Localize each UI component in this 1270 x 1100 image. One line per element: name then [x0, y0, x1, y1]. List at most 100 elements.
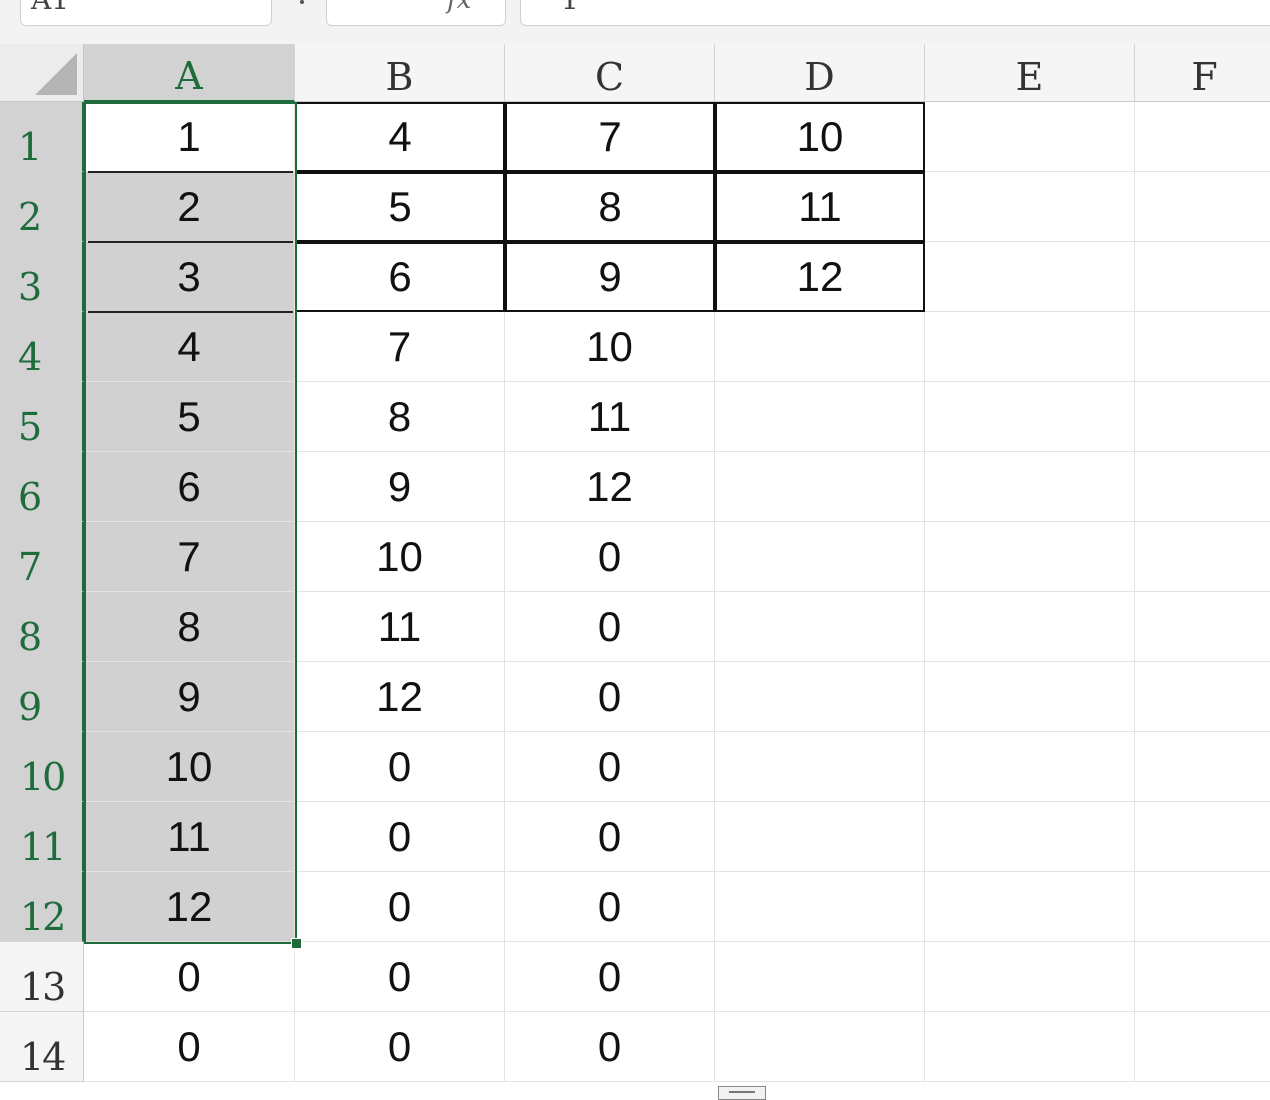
cell-d4[interactable]	[715, 312, 925, 382]
row-header-14[interactable]: 14	[0, 1012, 84, 1082]
row-header-1[interactable]: 1	[0, 102, 84, 172]
fill-handle[interactable]	[291, 938, 302, 949]
cell-a14[interactable]: 0	[84, 1012, 295, 1082]
cell-e12[interactable]	[925, 872, 1135, 942]
cell-f5[interactable]	[1135, 382, 1270, 452]
row-header-5[interactable]: 5	[0, 382, 84, 452]
cell-b5[interactable]: 8	[295, 382, 505, 452]
cell-d7[interactable]	[715, 522, 925, 592]
cell-f7[interactable]	[1135, 522, 1270, 592]
cell-c14[interactable]: 0	[505, 1012, 715, 1082]
cell-c3[interactable]: 9	[505, 242, 715, 312]
cell-e7[interactable]	[925, 522, 1135, 592]
fx-icon[interactable]: fx	[447, 0, 471, 15]
cell-a8[interactable]: 8	[84, 592, 295, 662]
cell-e11[interactable]	[925, 802, 1135, 872]
cell-f13[interactable]	[1135, 942, 1270, 1012]
row-header-8[interactable]: 8	[0, 592, 84, 662]
cell-b6[interactable]: 9	[295, 452, 505, 522]
column-header-a[interactable]: A	[84, 44, 295, 102]
cell-a7[interactable]: 7	[84, 522, 295, 592]
cell-e3[interactable]	[925, 242, 1135, 312]
cell-c2[interactable]: 8	[505, 172, 715, 242]
cell-f8[interactable]	[1135, 592, 1270, 662]
row-header-4[interactable]: 4	[0, 312, 84, 382]
cell-e4[interactable]	[925, 312, 1135, 382]
cell-c7[interactable]: 0	[505, 522, 715, 592]
cell-e6[interactable]	[925, 452, 1135, 522]
cell-d5[interactable]	[715, 382, 925, 452]
cell-f3[interactable]	[1135, 242, 1270, 312]
cell-b10[interactable]: 0	[295, 732, 505, 802]
cell-b1[interactable]: 4	[295, 102, 505, 172]
cell-c11[interactable]: 0	[505, 802, 715, 872]
cell-f12[interactable]	[1135, 872, 1270, 942]
row-header-7[interactable]: 7	[0, 522, 84, 592]
cell-a13[interactable]: 0	[84, 942, 295, 1012]
cell-d14[interactable]	[715, 1012, 925, 1082]
cell-f10[interactable]	[1135, 732, 1270, 802]
cell-f2[interactable]	[1135, 172, 1270, 242]
row-header-10[interactable]: 10	[0, 732, 84, 802]
cell-b4[interactable]: 7	[295, 312, 505, 382]
cell-d13[interactable]	[715, 942, 925, 1012]
column-header-d[interactable]: D	[715, 44, 925, 102]
cell-a5[interactable]: 5	[84, 382, 295, 452]
cell-f6[interactable]	[1135, 452, 1270, 522]
cell-b7[interactable]: 10	[295, 522, 505, 592]
name-box[interactable]: A1	[20, 0, 272, 26]
cell-f11[interactable]	[1135, 802, 1270, 872]
cell-e14[interactable]	[925, 1012, 1135, 1082]
cell-c1[interactable]: 7	[505, 102, 715, 172]
row-header-3[interactable]: 3	[0, 242, 84, 312]
cell-c5[interactable]: 11	[505, 382, 715, 452]
cell-a11[interactable]: 11	[84, 802, 295, 872]
cell-b11[interactable]: 0	[295, 802, 505, 872]
cell-a9[interactable]: 9	[84, 662, 295, 732]
cell-a1[interactable]: 1	[84, 102, 295, 172]
cell-c9[interactable]: 0	[505, 662, 715, 732]
row-header-2[interactable]: 2	[0, 172, 84, 242]
cell-e8[interactable]	[925, 592, 1135, 662]
cell-c10[interactable]: 0	[505, 732, 715, 802]
cell-b3[interactable]: 6	[295, 242, 505, 312]
cell-d1[interactable]: 10	[715, 102, 925, 172]
cell-d11[interactable]	[715, 802, 925, 872]
cell-b14[interactable]: 0	[295, 1012, 505, 1082]
horizontal-scroll-handle[interactable]	[718, 1086, 766, 1100]
cell-c6[interactable]: 12	[505, 452, 715, 522]
row-header-13[interactable]: 13	[0, 942, 84, 1012]
cell-f14[interactable]	[1135, 1012, 1270, 1082]
cell-c12[interactable]: 0	[505, 872, 715, 942]
cell-d12[interactable]	[715, 872, 925, 942]
cell-d8[interactable]	[715, 592, 925, 662]
cell-e1[interactable]	[925, 102, 1135, 172]
cell-a4[interactable]: 4	[84, 312, 295, 382]
cell-a2[interactable]: 2	[84, 172, 295, 242]
cell-c4[interactable]: 10	[505, 312, 715, 382]
cell-d10[interactable]	[715, 732, 925, 802]
row-header-12[interactable]: 12	[0, 872, 84, 942]
cell-f9[interactable]	[1135, 662, 1270, 732]
cell-a6[interactable]: 6	[84, 452, 295, 522]
cell-e5[interactable]	[925, 382, 1135, 452]
row-header-6[interactable]: 6	[0, 452, 84, 522]
cell-b9[interactable]: 12	[295, 662, 505, 732]
cell-b8[interactable]: 11	[295, 592, 505, 662]
cell-f1[interactable]	[1135, 102, 1270, 172]
select-all-corner[interactable]	[0, 44, 84, 102]
column-header-c[interactable]: C	[505, 44, 715, 102]
column-header-e[interactable]: E	[925, 44, 1135, 102]
fx-button-group[interactable]: fx	[326, 0, 506, 26]
cell-d2[interactable]: 11	[715, 172, 925, 242]
cell-a3[interactable]: 3	[84, 242, 295, 312]
cell-b12[interactable]: 0	[295, 872, 505, 942]
cell-c8[interactable]: 0	[505, 592, 715, 662]
row-header-11[interactable]: 11	[0, 802, 84, 872]
cell-b13[interactable]: 0	[295, 942, 505, 1012]
cell-f4[interactable]	[1135, 312, 1270, 382]
cell-d6[interactable]	[715, 452, 925, 522]
cell-e13[interactable]	[925, 942, 1135, 1012]
column-header-b[interactable]: B	[295, 44, 505, 102]
cell-e9[interactable]	[925, 662, 1135, 732]
